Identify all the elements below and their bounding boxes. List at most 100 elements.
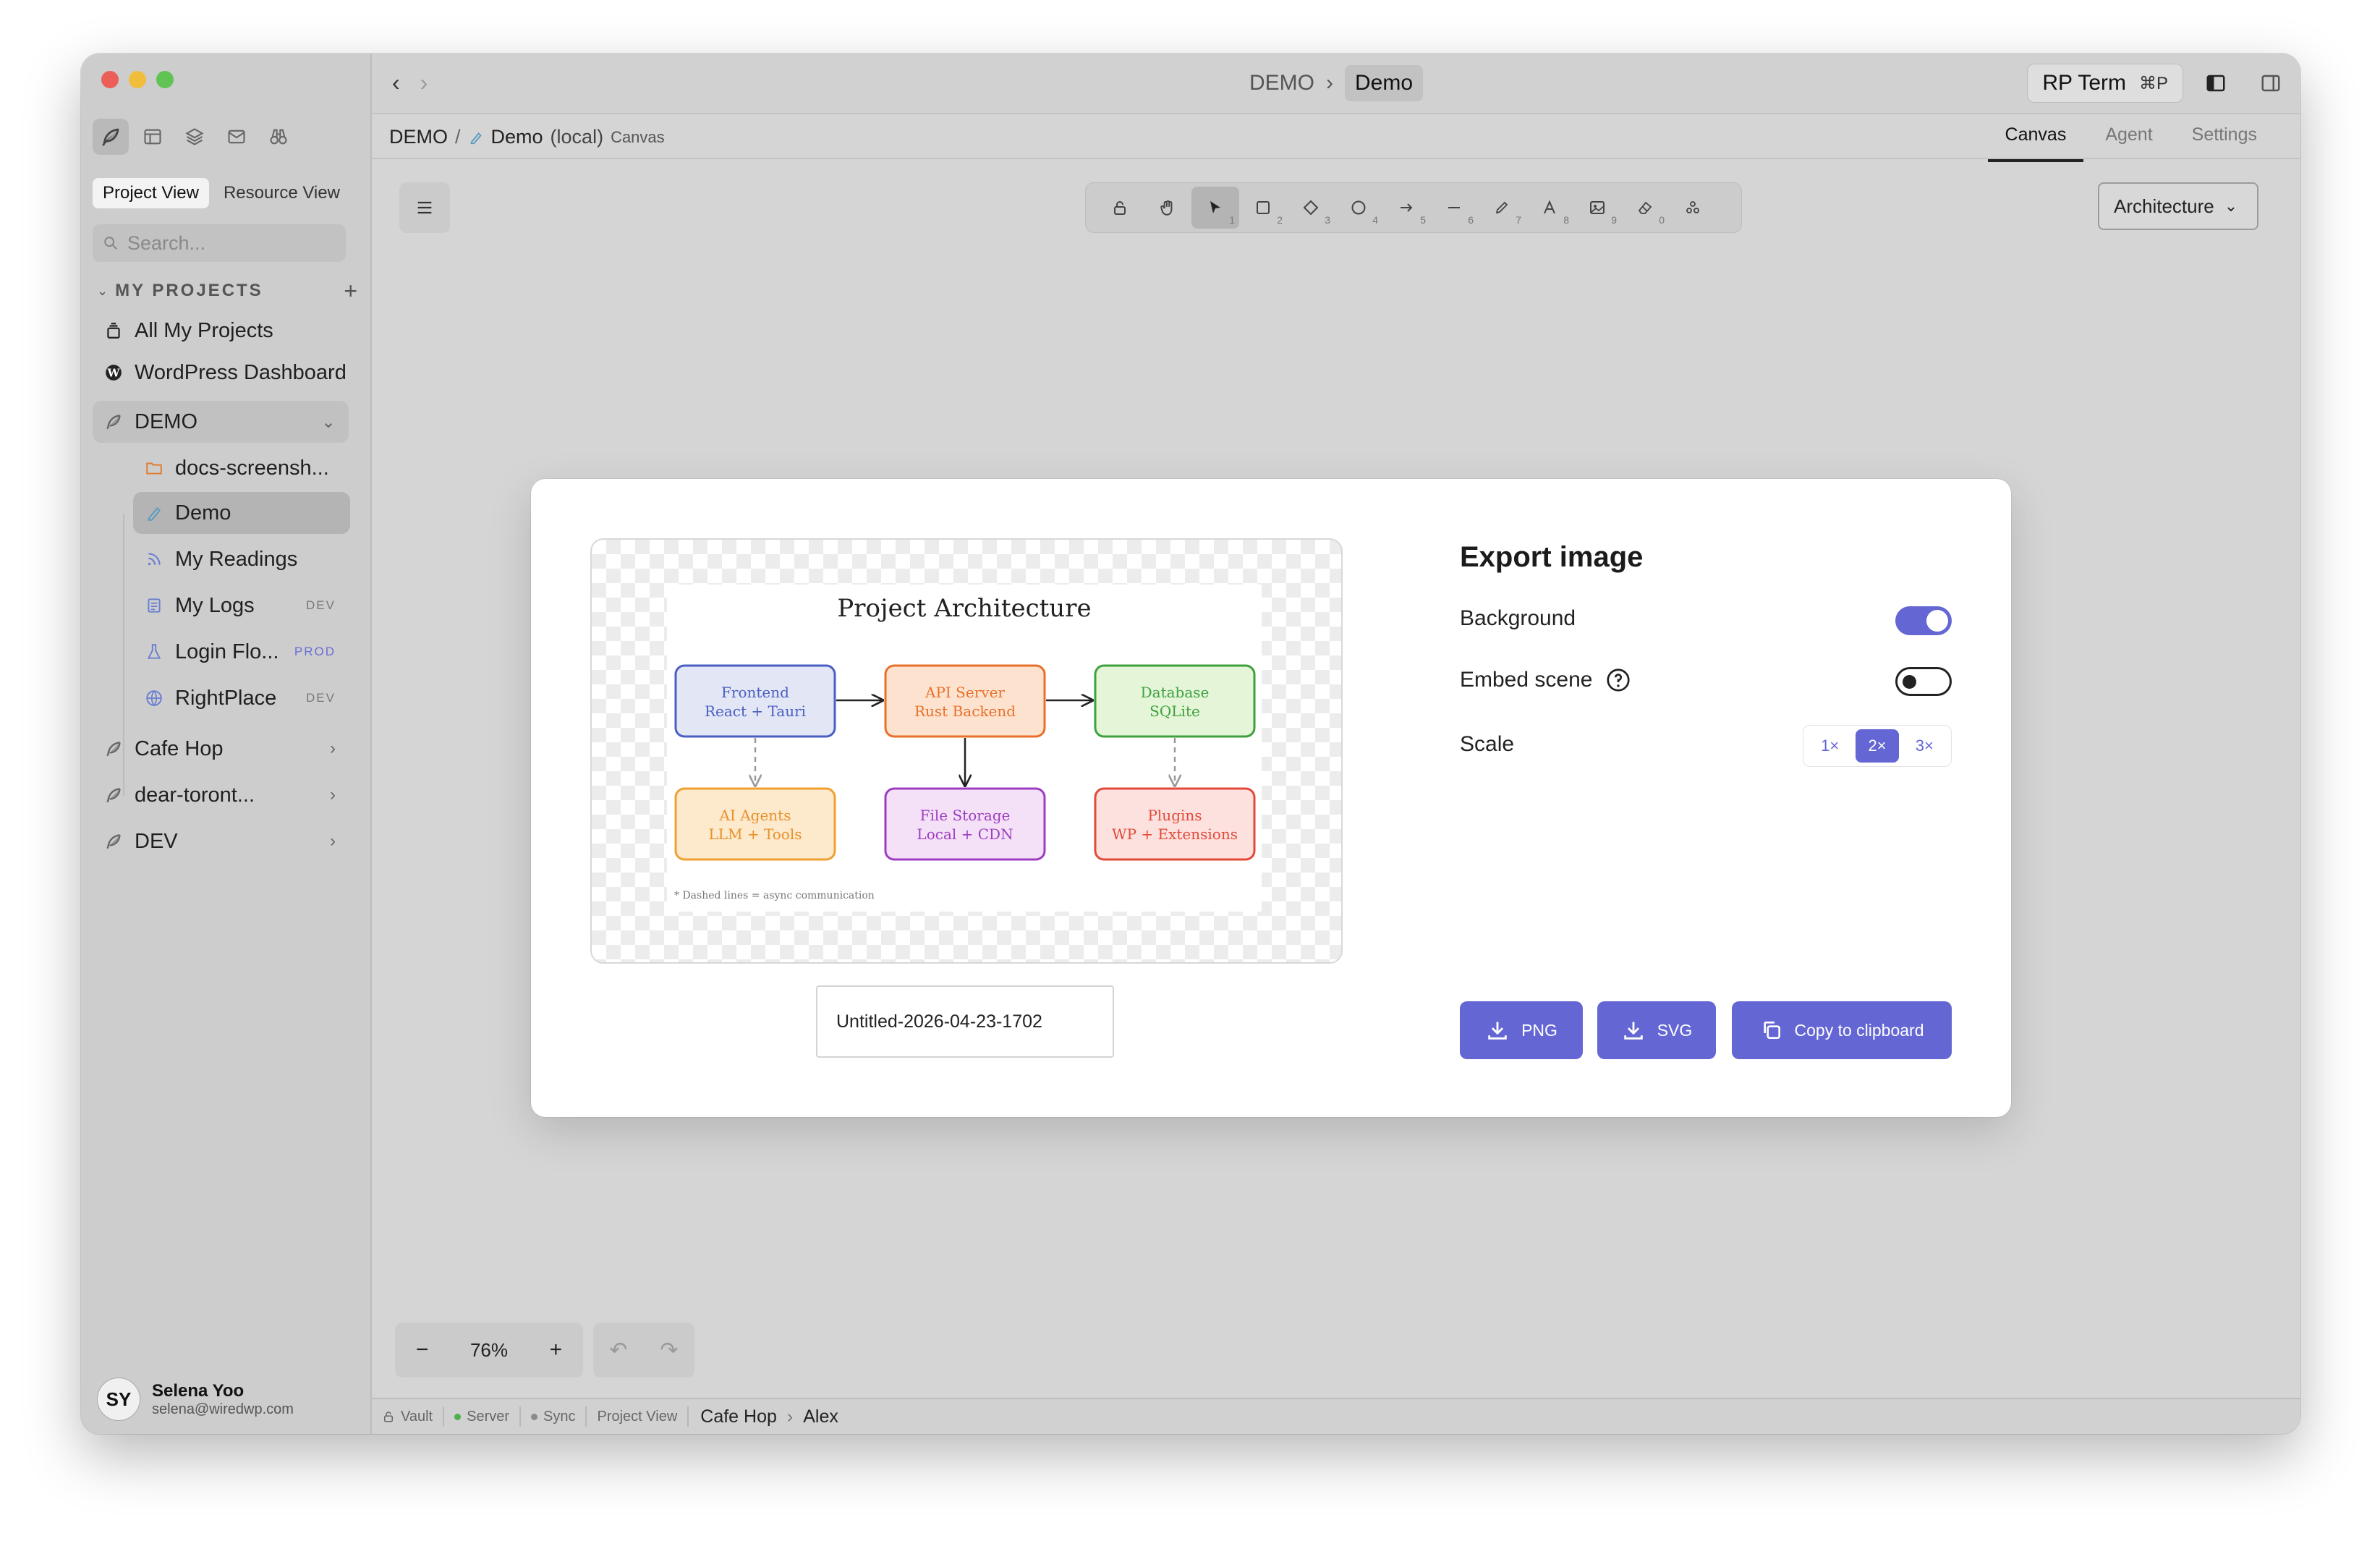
zoom-in-button[interactable]: + xyxy=(550,1338,563,1362)
sidebar-item-login-flow[interactable]: Login Flo... PROD xyxy=(133,631,350,673)
diagram-select[interactable]: Architecture ⌄ xyxy=(2098,182,2258,230)
feather-icon xyxy=(101,786,126,805)
background-toggle[interactable] xyxy=(1895,606,1952,635)
add-project-button[interactable]: + xyxy=(344,278,357,305)
copy-to-clipboard-button[interactable]: Copy to clipboard xyxy=(1732,1001,1952,1059)
circle-icon xyxy=(1351,200,1366,215)
breadcrumb: DEMO › Demo xyxy=(372,65,2300,101)
chevron-right-icon: › xyxy=(330,739,336,758)
path-local: (local) xyxy=(550,126,604,148)
layers-icon xyxy=(185,128,204,145)
view-status[interactable]: Project View xyxy=(587,1406,689,1427)
diamond-tool[interactable]: 3 xyxy=(1287,187,1335,229)
filename-input[interactable]: Untitled-2026-04-23-1702 xyxy=(816,985,1114,1058)
status-crumb-b[interactable]: Alex xyxy=(803,1406,838,1427)
sidebar-item-my-logs[interactable]: My Logs DEV xyxy=(133,585,350,627)
tab-agent[interactable]: Agent xyxy=(2088,117,2169,159)
export-svg-button[interactable]: SVG xyxy=(1597,1001,1716,1059)
sidebar-item-cafe-hop[interactable]: Cafe Hop › xyxy=(93,728,349,770)
rp-term-button[interactable]: RP Term ⌘P xyxy=(2027,64,2183,103)
breadcrumb-separator: › xyxy=(1325,71,1333,95)
scale-3x-button[interactable]: 3× xyxy=(1903,729,1946,763)
sidebar: Project View Resource View Search... ⌄ M… xyxy=(81,54,372,1434)
titlebar: ‹ › DEMO › Demo RP Term ⌘P xyxy=(372,54,2300,114)
background-option: Background xyxy=(1460,606,1576,631)
user-email: selena@wiredwp.com xyxy=(152,1401,294,1417)
scale-1x-button[interactable]: 1× xyxy=(1809,729,1852,763)
project-view-tab[interactable]: Project View xyxy=(93,178,209,208)
path-root[interactable]: DEMO xyxy=(389,126,448,148)
zoom-out-button[interactable]: − xyxy=(416,1338,429,1362)
select-tool[interactable]: 1 xyxy=(1191,187,1239,229)
ai-agents-box xyxy=(674,787,836,861)
status-breadcrumb: Cafe Hop › Alex xyxy=(700,1406,838,1427)
copy-label: Copy to clipboard xyxy=(1794,1020,1924,1040)
rectangle-tool[interactable]: 2 xyxy=(1239,187,1287,229)
avatar: SY xyxy=(97,1377,140,1421)
tab-settings[interactable]: Settings xyxy=(2175,117,2274,159)
scale-2x-button[interactable]: 2× xyxy=(1855,729,1899,763)
canvas-menu-button[interactable] xyxy=(399,182,450,233)
path-name[interactable]: Demo xyxy=(491,126,543,148)
vault-status[interactable]: Vault xyxy=(372,1406,445,1427)
sidebar-item-dev[interactable]: DEV › xyxy=(93,820,349,862)
text-icon xyxy=(1544,200,1555,214)
sidebar-search-input[interactable]: Search... xyxy=(93,224,346,262)
eraser-tool[interactable]: 0 xyxy=(1621,187,1669,229)
lock-tool[interactable] xyxy=(1096,187,1144,229)
sidebar-item-label: RightPlace xyxy=(175,686,277,710)
extra-tools-button[interactable] xyxy=(1669,187,1717,229)
binoculars-pane-button[interactable] xyxy=(260,119,297,155)
sidebar-item-demo-canvas[interactable]: Demo xyxy=(133,492,350,534)
line-tool[interactable]: 6 xyxy=(1430,187,1478,229)
my-projects-header[interactable]: ⌄ MY PROJECTS + xyxy=(97,276,357,305)
close-window-button[interactable] xyxy=(101,71,119,88)
sidebar-item-wordpress-dashboard[interactable]: W WordPress Dashboard xyxy=(93,352,349,394)
sidebar-item-my-readings[interactable]: My Readings xyxy=(133,538,350,580)
server-label: Server xyxy=(467,1408,510,1425)
draw-tool[interactable]: 7 xyxy=(1478,187,1526,229)
eraser-icon xyxy=(1638,201,1652,214)
zoom-controls: − 76% + ↶ ↷ xyxy=(395,1323,700,1377)
sidebar-item-demo-project[interactable]: DEMO ⌄ xyxy=(93,401,349,443)
sidebar-item-dear-toronto[interactable]: dear-toront... › xyxy=(93,774,349,816)
layers-pane-button[interactable] xyxy=(177,119,213,155)
redo-icon[interactable]: ↷ xyxy=(660,1338,678,1363)
ellipse-tool[interactable]: 4 xyxy=(1335,187,1382,229)
rp-term-label: RP Term xyxy=(2042,71,2126,95)
mail-pane-button[interactable] xyxy=(218,119,255,155)
embed-scene-toggle[interactable] xyxy=(1895,667,1952,696)
minimize-window-button[interactable] xyxy=(129,71,146,88)
diagram-title: Project Architecture xyxy=(837,594,1091,623)
user-profile[interactable]: SY Selena Yoo selena@wiredwp.com xyxy=(97,1377,294,1421)
resource-view-tab[interactable]: Resource View xyxy=(213,178,350,208)
sidebar-item-all-projects[interactable]: All My Projects xyxy=(93,310,349,352)
breadcrumb-parent[interactable]: DEMO xyxy=(1249,71,1314,95)
breadcrumb-current[interactable]: Demo xyxy=(1344,65,1424,101)
box-title: AI Agents xyxy=(719,807,791,824)
export-png-button[interactable]: PNG xyxy=(1460,1001,1583,1059)
history-group: ↶ ↷ xyxy=(593,1323,694,1377)
sync-status[interactable]: Sync xyxy=(521,1406,587,1427)
export-svg-label: SVG xyxy=(1657,1020,1693,1040)
hand-tool[interactable] xyxy=(1144,187,1191,229)
env-badge: DEV xyxy=(306,598,336,612)
sidebar-item-rightplace[interactable]: RightPlace DEV xyxy=(133,677,350,719)
status-dot xyxy=(454,1413,462,1420)
zoom-window-button[interactable] xyxy=(156,71,174,88)
undo-icon[interactable]: ↶ xyxy=(609,1338,627,1363)
help-icon[interactable] xyxy=(1605,667,1631,693)
text-tool[interactable]: 8 xyxy=(1526,187,1573,229)
image-tool[interactable]: 9 xyxy=(1573,187,1621,229)
left-panel-toggle-icon[interactable] xyxy=(2205,72,2227,94)
sidebar-item-docs-screenshots[interactable]: docs-screensh... xyxy=(133,447,350,489)
right-panel-toggle-icon[interactable] xyxy=(2260,72,2282,94)
shortcut-number: 3 xyxy=(1325,214,1330,226)
server-status[interactable]: Server xyxy=(444,1406,522,1427)
tab-canvas[interactable]: Canvas xyxy=(1987,117,2084,162)
arrow-tool[interactable]: 5 xyxy=(1382,187,1430,229)
projects-pane-button[interactable] xyxy=(93,119,129,155)
layout-pane-button[interactable] xyxy=(135,119,171,155)
status-crumb-a[interactable]: Cafe Hop xyxy=(700,1406,777,1427)
zoom-level[interactable]: 76% xyxy=(470,1339,508,1362)
